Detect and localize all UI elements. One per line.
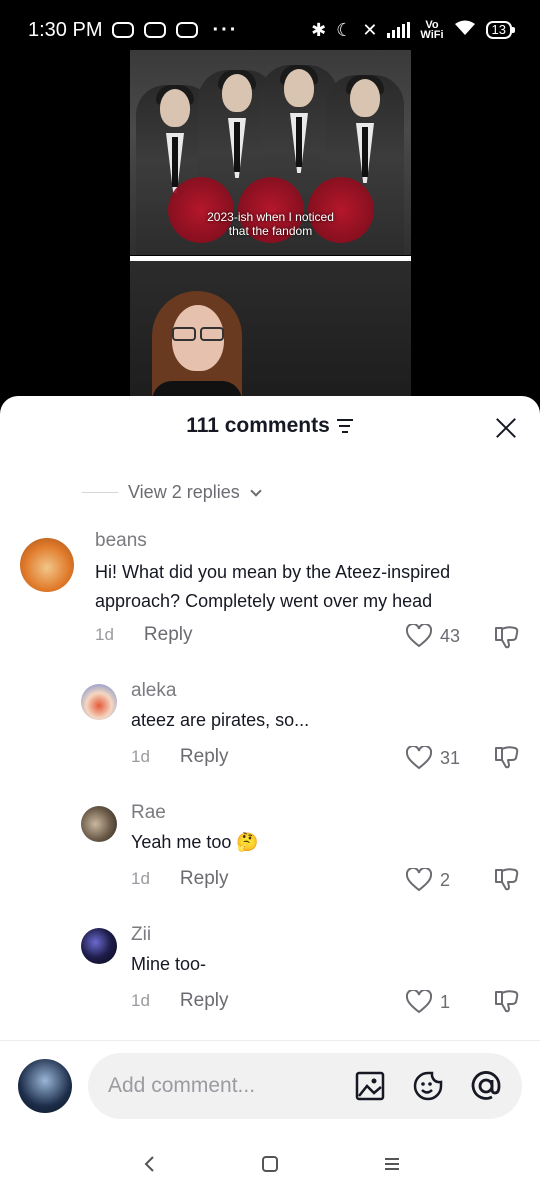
gamepad-icon <box>144 22 167 38</box>
speaker <box>152 291 242 400</box>
my-avatar[interactable] <box>18 1059 72 1113</box>
reply-button[interactable]: Reply <box>180 746 229 768</box>
status-time: 1:30 PM <box>28 18 103 41</box>
emoji-icon[interactable] <box>412 1070 444 1102</box>
comments-header: 111 comments <box>0 414 540 446</box>
comment-meta: 1d Reply <box>131 746 229 768</box>
system-icons: ✱ ☾ ✕ Vo WiFi 13 <box>311 19 516 41</box>
comment-meta: 1d Reply <box>95 624 193 646</box>
at-icon[interactable] <box>470 1070 502 1102</box>
dislike-icon[interactable] <box>494 866 520 892</box>
comment-text: Yeah me too 🤔 <box>131 832 259 852</box>
like-count: 1 <box>440 991 451 1012</box>
heart-icon <box>406 746 432 770</box>
video-caption: 2023-ish when I noticed that the fandom <box>130 210 411 238</box>
replies-divider <box>82 492 118 493</box>
reply-button[interactable]: Reply <box>180 868 229 890</box>
comments-count: 111 comments <box>186 414 330 437</box>
more-notifications-icon: ··· <box>212 18 239 41</box>
wifi-icon <box>454 20 476 41</box>
comment-input-bar <box>0 1040 540 1130</box>
reply-button[interactable]: Reply <box>144 624 193 646</box>
comment-text: Hi! What did you mean by the Ateez-inspi… <box>95 558 450 616</box>
comment-text: Mine too- <box>131 954 207 974</box>
like-button[interactable]: 43 <box>406 624 460 648</box>
gamepad-icon <box>112 22 135 38</box>
avatar[interactable] <box>20 538 74 592</box>
heart-icon <box>406 990 432 1014</box>
like-button[interactable]: 31 <box>406 746 460 770</box>
view-replies-button[interactable]: View 2 replies <box>82 482 262 503</box>
like-button[interactable]: 2 <box>406 868 450 892</box>
video-player[interactable]: 2023-ish when I noticed that the fandom <box>130 50 411 400</box>
like-count: 43 <box>440 625 461 646</box>
notification-icons <box>112 22 199 38</box>
system-nav-bar <box>0 1130 540 1200</box>
signal-icon <box>387 22 411 38</box>
like-count: 2 <box>440 869 451 890</box>
comment-meta: 1d Reply <box>131 868 229 890</box>
video-frame-bottom <box>130 261 411 400</box>
home-icon[interactable] <box>260 1154 280 1174</box>
dislike-icon[interactable] <box>494 744 520 770</box>
comment-time: 1d <box>95 625 114 644</box>
comment-input[interactable] <box>108 1053 348 1119</box>
avatar[interactable] <box>81 806 117 842</box>
back-icon[interactable] <box>140 1154 160 1174</box>
close-icon[interactable] <box>494 416 518 440</box>
heart-icon <box>406 868 432 892</box>
image-icon[interactable] <box>354 1070 386 1102</box>
comment-username[interactable]: Zii <box>131 924 151 946</box>
video-frame-top: 2023-ish when I noticed that the fandom <box>130 50 411 255</box>
vowifi-bottom: WiFi <box>420 29 444 41</box>
dislike-icon[interactable] <box>494 624 520 650</box>
chevron-down-icon <box>250 484 262 497</box>
vibrate-off-icon: ✕ <box>362 19 378 40</box>
comment-username[interactable]: Rae <box>131 802 166 824</box>
battery-icon: 13 <box>485 21 516 39</box>
comments-title[interactable]: 111 comments <box>186 414 354 438</box>
filter-icon[interactable] <box>336 419 354 433</box>
comment-text: ateez are pirates, so... <box>131 710 310 730</box>
view-replies-label: View 2 replies <box>128 482 240 502</box>
menu-icon[interactable] <box>382 1154 402 1174</box>
avatar[interactable] <box>81 928 117 964</box>
vowifi-icon: Vo WiFi <box>420 20 444 41</box>
heart-icon <box>406 624 432 648</box>
reply-button[interactable]: Reply <box>180 990 229 1012</box>
comment-time: 1d <box>131 991 150 1010</box>
comment-text-line: Hi! What did you mean by the Ateez-inspi… <box>95 562 451 582</box>
caption-line: that the fandom <box>228 224 313 238</box>
comment-meta: 1d Reply <box>131 990 229 1012</box>
dislike-icon[interactable] <box>494 988 520 1014</box>
do-not-disturb-icon: ☾ <box>336 19 353 40</box>
comment-input-container[interactable] <box>88 1053 522 1119</box>
gamepad-icon <box>176 22 199 38</box>
like-count: 31 <box>440 747 461 768</box>
comment-time: 1d <box>131 747 150 766</box>
caption-line: 2023-ish when I noticed <box>207 210 334 224</box>
comment-time: 1d <box>131 869 150 888</box>
comment-username[interactable]: aleka <box>131 680 176 702</box>
avatar[interactable] <box>81 684 117 720</box>
like-button[interactable]: 1 <box>406 990 450 1014</box>
bluetooth-icon: ✱ <box>311 19 327 40</box>
comment-text-line: approach? Completely went over my head <box>95 591 433 611</box>
comment-username[interactable]: beans <box>95 530 147 552</box>
